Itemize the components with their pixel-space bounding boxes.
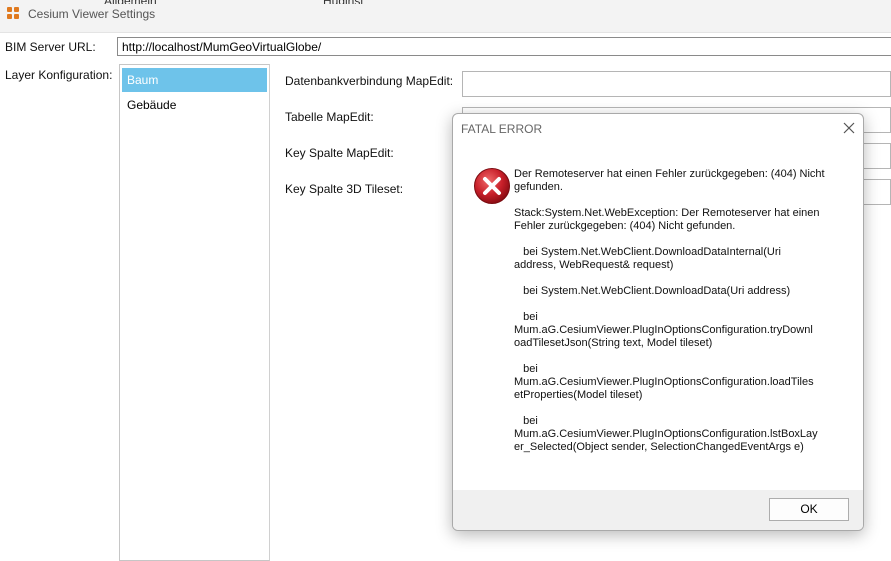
close-icon[interactable] <box>841 120 857 136</box>
stack-frame3-a: bei <box>514 311 538 323</box>
bim-url-label: BIM Server URL: <box>5 40 96 54</box>
error-icon <box>473 167 511 205</box>
stack-frame4-b: Mum.aG.CesiumViewer.PlugInOptionsConfigu… <box>514 376 814 388</box>
error-message-line1: Der Remoteserver hat einen Fehler zurück… <box>514 168 825 180</box>
db-connection-label: Datenbankverbindung MapEdit: <box>285 74 454 88</box>
stack-frame1-b: address, WebRequest& request) <box>514 259 674 271</box>
error-message-line2: gefunden. <box>514 181 563 193</box>
bim-url-input[interactable] <box>117 37 891 56</box>
key-column-3d-label: Key Spalte 3D Tileset: <box>285 182 404 196</box>
ok-button[interactable]: OK <box>769 498 849 521</box>
stack-frame4-c: etProperties(Model tileset) <box>514 389 643 401</box>
window-title: Cesium Viewer Settings <box>28 7 156 21</box>
layer-item-baum[interactable]: Baum <box>122 68 267 92</box>
stack-frame3-c: oadTilesetJson(String text, Model tilese… <box>514 337 713 349</box>
fatal-error-dialog: FATAL ERROR Der Remoteserver hat einen F… <box>452 113 864 531</box>
dialog-footer: OK <box>453 490 863 530</box>
stack-frame5-c: er_Selected(Object sender, SelectionChan… <box>514 441 804 453</box>
stack-frame1-a: bei System.Net.WebClient.DownloadDataInt… <box>514 246 781 258</box>
stack-line2: Fehler zurückgegeben: (404) Nicht gefund… <box>514 220 736 232</box>
stack-line1: Stack:System.Net.WebException: Der Remot… <box>514 207 820 219</box>
stack-frame5-b: Mum.aG.CesiumViewer.PlugInOptionsConfigu… <box>514 428 818 440</box>
stack-frame4-a: bei <box>514 363 538 375</box>
layer-config-label: Layer Konfiguration: <box>5 68 113 82</box>
layer-item-gebaeude[interactable]: Gebäude <box>122 93 267 117</box>
dialog-title: FATAL ERROR <box>461 122 543 136</box>
stack-frame5-a: bei <box>514 415 538 427</box>
db-connection-input[interactable] <box>462 71 891 97</box>
table-label: Tabelle MapEdit: <box>285 110 374 124</box>
app-icon <box>7 7 20 20</box>
layer-list[interactable]: Baum Gebäude <box>119 64 270 561</box>
stack-frame3-b: Mum.aG.CesiumViewer.PlugInOptionsConfigu… <box>514 324 813 336</box>
stack-frame2: bei System.Net.WebClient.DownloadData(Ur… <box>514 285 791 297</box>
key-column-label: Key Spalte MapEdit: <box>285 146 394 160</box>
